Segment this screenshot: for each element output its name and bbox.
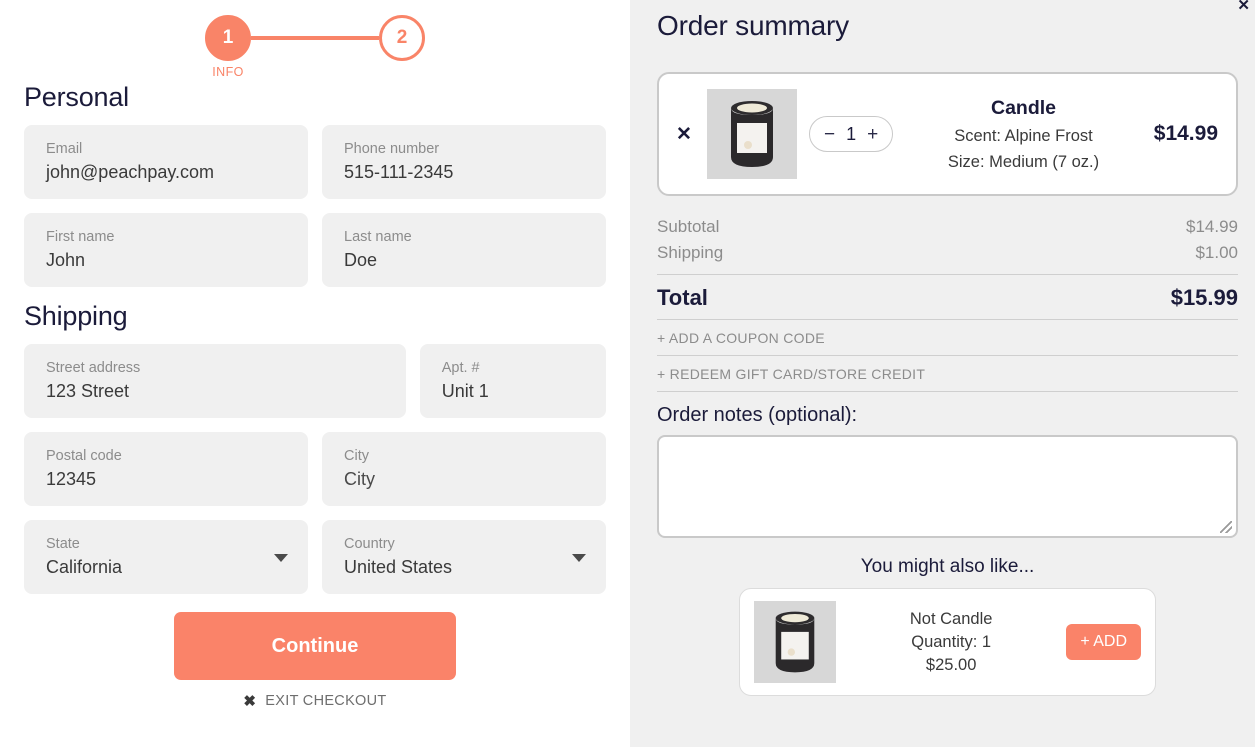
exit-checkout-label: EXIT CHECKOUT: [265, 693, 387, 709]
last-name-field[interactable]: Last name Doe: [322, 213, 606, 287]
city-label: City: [344, 447, 369, 464]
subtotal-label: Subtotal: [657, 217, 720, 236]
stepper-step-2[interactable]: 2: [379, 15, 425, 61]
totals-divider: [657, 274, 1238, 275]
email-field[interactable]: Email john@peachpay.com: [24, 125, 308, 199]
step-2-circle[interactable]: 2: [379, 15, 425, 61]
state-select[interactable]: State California: [24, 520, 308, 594]
shipping-label: Shipping: [657, 243, 724, 262]
upsell-product-price: $25.00: [925, 655, 977, 674]
remove-item-icon[interactable]: ✕: [673, 123, 695, 146]
city-value: City: [344, 468, 375, 489]
shipping-value: $1.00: [1195, 243, 1238, 262]
candle-image: [775, 611, 815, 673]
order-notes-textarea[interactable]: [657, 435, 1238, 538]
apt-label: Apt. #: [441, 359, 480, 376]
state-value: California: [46, 556, 123, 577]
postal-code-label: Postal code: [46, 447, 122, 464]
first-name-field[interactable]: First name John: [24, 213, 308, 287]
redeem-gift-card-link[interactable]: + REDEEM GIFT CARD/STORE CREDIT: [657, 355, 1238, 392]
cart-item-size: Size: Medium (7 oz.): [947, 152, 1100, 171]
cart-item-price: $14.99: [1153, 122, 1218, 145]
step-1-label: INFO: [212, 65, 244, 79]
first-name-label: First name: [46, 228, 115, 245]
upsell-product-card: Not Candle Quantity: 1 $25.00 + ADD: [739, 588, 1156, 696]
candle-image: [731, 101, 773, 167]
stepper-connector-line: [251, 36, 379, 40]
total-row: Total $15.99: [657, 281, 1238, 319]
apt-value: Unit 1: [441, 380, 489, 401]
email-label: Email: [46, 140, 83, 157]
total-label: Total: [657, 285, 708, 310]
cart-item-scent: Scent: Alpine Frost: [954, 126, 1093, 145]
country-label: Country: [344, 535, 395, 552]
close-x-icon: ✖: [243, 693, 257, 710]
street-address-field[interactable]: Street address 123 Street: [24, 344, 406, 418]
cart-item-row: ✕ − 1 + Candle Scent: Alpine Frost Size:…: [657, 72, 1238, 196]
shipping-row: Shipping $1.00: [657, 240, 1238, 266]
add-upsell-button[interactable]: + ADD: [1066, 624, 1141, 660]
order-totals: Subtotal $14.99 Shipping $1.00 Total $15…: [657, 214, 1238, 319]
checkout-form-panel: 1 INFO 2 Personal Email john@peachpay.co…: [0, 0, 630, 747]
continue-button[interactable]: Continue: [174, 612, 456, 680]
last-name-label: Last name: [344, 228, 412, 245]
order-notes-label: Order notes (optional):: [657, 404, 858, 426]
street-address-value: 123 Street: [46, 380, 130, 401]
subtotal-value: $14.99: [1186, 217, 1238, 236]
order-summary-title: Order summary: [657, 10, 849, 41]
postal-code-field[interactable]: Postal code 12345: [24, 432, 308, 506]
state-label: State: [46, 535, 80, 552]
apt-field[interactable]: Apt. # Unit 1: [419, 344, 606, 418]
upsell-thumbnail: [754, 601, 836, 683]
chevron-down-icon: [572, 554, 586, 562]
shipping-row-2: Postal code 12345 City City: [24, 432, 606, 506]
city-field[interactable]: City City: [322, 432, 606, 506]
resize-handle-icon[interactable]: [1220, 521, 1232, 533]
quantity-value: 1: [846, 123, 857, 144]
upsell-product-quantity: Quantity: 1: [911, 632, 992, 651]
first-name-value: John: [46, 249, 86, 270]
checkout-stepper: 1 INFO 2: [24, 0, 606, 79]
form-actions: Continue ✖ EXIT CHECKOUT: [24, 612, 606, 710]
quantity-stepper[interactable]: − 1 +: [809, 116, 894, 152]
shipping-section-title: Shipping: [24, 301, 128, 331]
country-value: United States: [344, 556, 453, 577]
quantity-increase-button[interactable]: +: [867, 125, 878, 144]
phone-value: 515-111-2345: [344, 161, 454, 182]
order-summary-panel: ✕ Order summary ✕ − 1 + Candle Scent: Al…: [630, 0, 1255, 747]
phone-label: Phone number: [344, 140, 440, 157]
step-2-number: 2: [396, 27, 408, 48]
panel-close-icon[interactable]: ✕: [1237, 0, 1250, 13]
postal-code-value: 12345: [46, 468, 97, 489]
add-coupon-code-link[interactable]: + ADD A COUPON CODE: [657, 319, 1238, 355]
personal-section-title: Personal: [24, 82, 129, 112]
cart-item-name: Candle: [990, 96, 1056, 119]
personal-row-1: Email john@peachpay.com Phone number 515…: [24, 125, 606, 199]
checkout-page: 1 INFO 2 Personal Email john@peachpay.co…: [0, 0, 1255, 747]
country-select[interactable]: Country United States: [322, 520, 606, 594]
upsell-details: Not Candle Quantity: 1 $25.00: [850, 610, 1052, 675]
upsell-section-title: You might also like...: [860, 556, 1035, 577]
chevron-down-icon: [274, 554, 288, 562]
personal-row-2: First name John Last name Doe: [24, 213, 606, 287]
shipping-row-1: Street address 123 Street Apt. # Unit 1: [24, 344, 606, 418]
step-1-number: 1: [222, 27, 234, 48]
phone-field[interactable]: Phone number 515-111-2345: [322, 125, 606, 199]
stepper-step-1[interactable]: 1 INFO: [205, 15, 251, 79]
total-value: $15.99: [1170, 285, 1238, 310]
street-address-label: Street address: [46, 359, 141, 376]
upsell-product-name: Not Candle: [909, 609, 993, 628]
step-1-circle[interactable]: 1: [205, 15, 251, 61]
cart-item-details: Candle Scent: Alpine Frost Size: Medium …: [905, 97, 1142, 172]
cart-item-thumbnail: [707, 89, 797, 179]
shipping-row-3: State California Country United States: [24, 520, 606, 594]
subtotal-row: Subtotal $14.99: [657, 214, 1238, 240]
quantity-decrease-button[interactable]: −: [824, 125, 835, 144]
last-name-value: Doe: [344, 249, 378, 270]
email-value: john@peachpay.com: [46, 161, 215, 182]
exit-checkout-button[interactable]: ✖ EXIT CHECKOUT: [243, 692, 386, 710]
